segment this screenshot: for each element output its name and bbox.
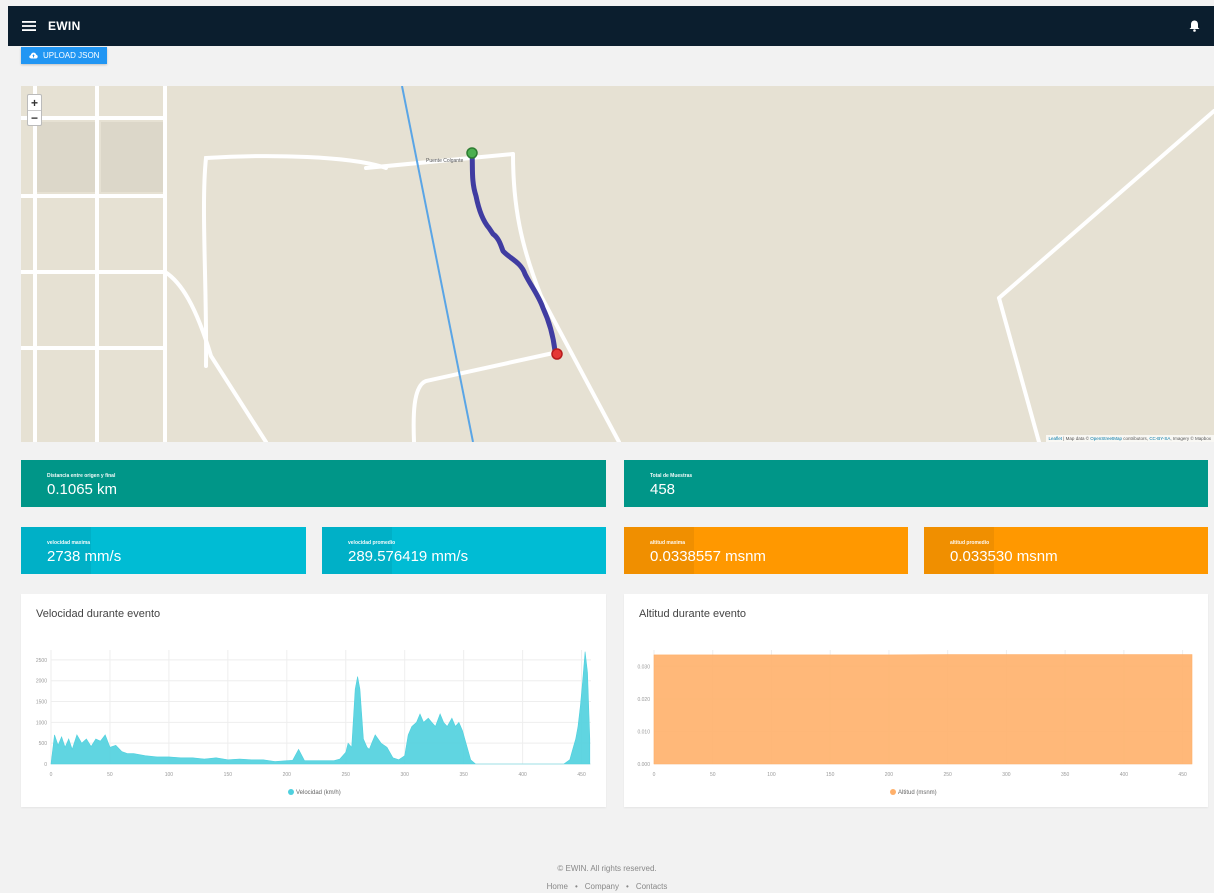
x-tick-label: 150 bbox=[826, 772, 835, 778]
x-tick-label: 450 bbox=[577, 772, 586, 778]
legend-label: Velocidad (km/h) bbox=[296, 790, 341, 796]
map-block bbox=[35, 122, 97, 192]
speed-chart: 0 500 1000 1500 2000 2500 0 50 100 150 200 250 300 35… bbox=[36, 650, 591, 796]
stat-value: 0.033530 msnm bbox=[950, 548, 1058, 565]
stat-label: velocidad maxima bbox=[47, 540, 91, 546]
app-title: EWIN bbox=[48, 19, 81, 33]
y-tick-label: 2500 bbox=[36, 658, 47, 664]
x-tick-label: 100 bbox=[165, 772, 174, 778]
upload-json-label: UPLOAD JSON bbox=[43, 51, 100, 60]
x-tick-label: 300 bbox=[401, 772, 410, 778]
attribution-suffix: , Imagery © Mapbox bbox=[1170, 436, 1211, 441]
stat-value: 458 bbox=[650, 481, 676, 498]
map-attribution: Leaflet | Map data © OpenStreetMap contr… bbox=[1045, 435, 1214, 442]
canal-line bbox=[401, 86, 474, 442]
legend-label: Altitud (msnm) bbox=[898, 790, 937, 796]
series-area bbox=[50, 651, 591, 765]
y-tick-label: 2000 bbox=[36, 679, 47, 685]
legend-marker bbox=[288, 789, 294, 795]
stat-label: Distancia entre origen y final bbox=[47, 473, 116, 479]
footer-separator: • bbox=[574, 882, 578, 891]
speed-chart-title: Velocidad durante evento bbox=[36, 608, 161, 620]
footer-link-home[interactable]: Home bbox=[547, 882, 568, 891]
x-tick-label: 150 bbox=[224, 772, 233, 778]
samples-stat-card: Total de Muestras 458 bbox=[624, 460, 1208, 507]
end-marker[interactable] bbox=[551, 348, 563, 360]
max-altitude-stat-card: altitud maxima 0.0338557 msnm bbox=[624, 527, 908, 574]
footer-links: Home • Company • Contacts bbox=[0, 882, 1214, 891]
stat-value: 2738 mm/s bbox=[47, 548, 122, 565]
hamburger-icon[interactable] bbox=[18, 15, 40, 37]
y-tick-label: 500 bbox=[39, 741, 48, 747]
y-tick-label: 0.010 bbox=[637, 729, 650, 735]
stat-label: Total de Muestras bbox=[650, 473, 693, 479]
top-navbar: EWIN bbox=[8, 6, 1214, 46]
stat-label: altitud maxima bbox=[650, 540, 686, 546]
footer-link-company[interactable]: Company bbox=[585, 882, 619, 891]
x-tick-label: 350 bbox=[459, 772, 468, 778]
map-streets bbox=[21, 86, 1214, 442]
leaflet-link[interactable]: Leaflet bbox=[1049, 436, 1063, 441]
avg-speed-stat-card: velocidad promedio 289.576419 mm/s bbox=[322, 527, 606, 574]
license-link[interactable]: CC-BY-SA bbox=[1149, 436, 1170, 441]
y-tick-label: 0 bbox=[44, 762, 47, 768]
x-tick-label: 200 bbox=[885, 772, 894, 778]
route-map[interactable]: Puente Colgante + − Leaflet | Map data ©… bbox=[21, 86, 1214, 442]
x-tick-label: 250 bbox=[943, 772, 952, 778]
x-tick-label: 50 bbox=[107, 772, 113, 778]
y-tick-label: 0.020 bbox=[637, 697, 650, 703]
cloud-upload-icon bbox=[29, 52, 38, 59]
stat-value: 289.576419 mm/s bbox=[348, 548, 469, 565]
x-tick-label: 250 bbox=[342, 772, 351, 778]
stat-value: 0.0338557 msnm bbox=[650, 548, 766, 565]
zoom-out-button[interactable]: − bbox=[28, 110, 41, 125]
legend-marker bbox=[890, 789, 896, 795]
altitude-chart-title: Altitud durante evento bbox=[639, 608, 747, 620]
x-tick-label: 100 bbox=[767, 772, 776, 778]
altitude-chart: 0.000 0.010 0.020 0.030 0 50 100 150 200 250 300 35… bbox=[637, 650, 1193, 796]
altitude-chart-card: 0.000 0.010 0.020 0.030 0 50 100 150 200 250 300 35… bbox=[624, 594, 1208, 807]
x-tick-label: 300 bbox=[1002, 772, 1011, 778]
avg-altitude-stat-card: altitud promedio 0.033530 msnm bbox=[924, 527, 1208, 574]
x-tick-label: 200 bbox=[283, 772, 292, 778]
zoom-control: + − bbox=[27, 94, 42, 126]
y-tick-label: 0.030 bbox=[637, 664, 650, 670]
speed-chart-card: 0 500 1000 1500 2000 2500 0 50 100 150 200 250 300 35… bbox=[21, 594, 606, 807]
y-tick-label: 1000 bbox=[36, 720, 47, 726]
y-tick-label: 1500 bbox=[36, 700, 47, 706]
attribution-prefix: | Map data © bbox=[1062, 436, 1091, 441]
bell-icon[interactable] bbox=[1184, 16, 1204, 36]
distance-stat-card: Distancia entre origen y final 0.1065 km bbox=[21, 460, 606, 507]
stat-label: velocidad promedio bbox=[348, 540, 396, 546]
series-area bbox=[653, 654, 1193, 765]
zoom-in-button[interactable]: + bbox=[28, 95, 41, 110]
upload-json-button[interactable]: UPLOAD JSON bbox=[21, 47, 108, 64]
stat-label: altitud promedio bbox=[950, 540, 990, 546]
osm-link[interactable]: OpenStreetMap bbox=[1090, 436, 1122, 441]
stat-value: 0.1065 km bbox=[47, 481, 118, 498]
x-tick-label: 450 bbox=[1178, 772, 1187, 778]
x-tick-label: 400 bbox=[1120, 772, 1129, 778]
x-tick-label: 350 bbox=[1061, 772, 1070, 778]
x-tick-label: 0 bbox=[653, 772, 656, 778]
map-street-label: Puente Colgante bbox=[426, 158, 464, 164]
attribution-middle: contributors, bbox=[1122, 436, 1150, 441]
x-tick-label: 0 bbox=[50, 772, 53, 778]
footer-link-contacts[interactable]: Contacts bbox=[636, 882, 668, 891]
start-marker[interactable] bbox=[466, 147, 478, 159]
x-tick-label: 50 bbox=[710, 772, 716, 778]
footer-separator: • bbox=[626, 882, 629, 891]
footer-copyright: © EWIN. All rights reserved. bbox=[557, 864, 657, 873]
y-tick-label: 0.000 bbox=[637, 762, 650, 768]
x-tick-label: 400 bbox=[518, 772, 527, 778]
map-block bbox=[101, 122, 163, 192]
max-speed-stat-card: velocidad maxima 2738 mm/s bbox=[21, 527, 306, 574]
